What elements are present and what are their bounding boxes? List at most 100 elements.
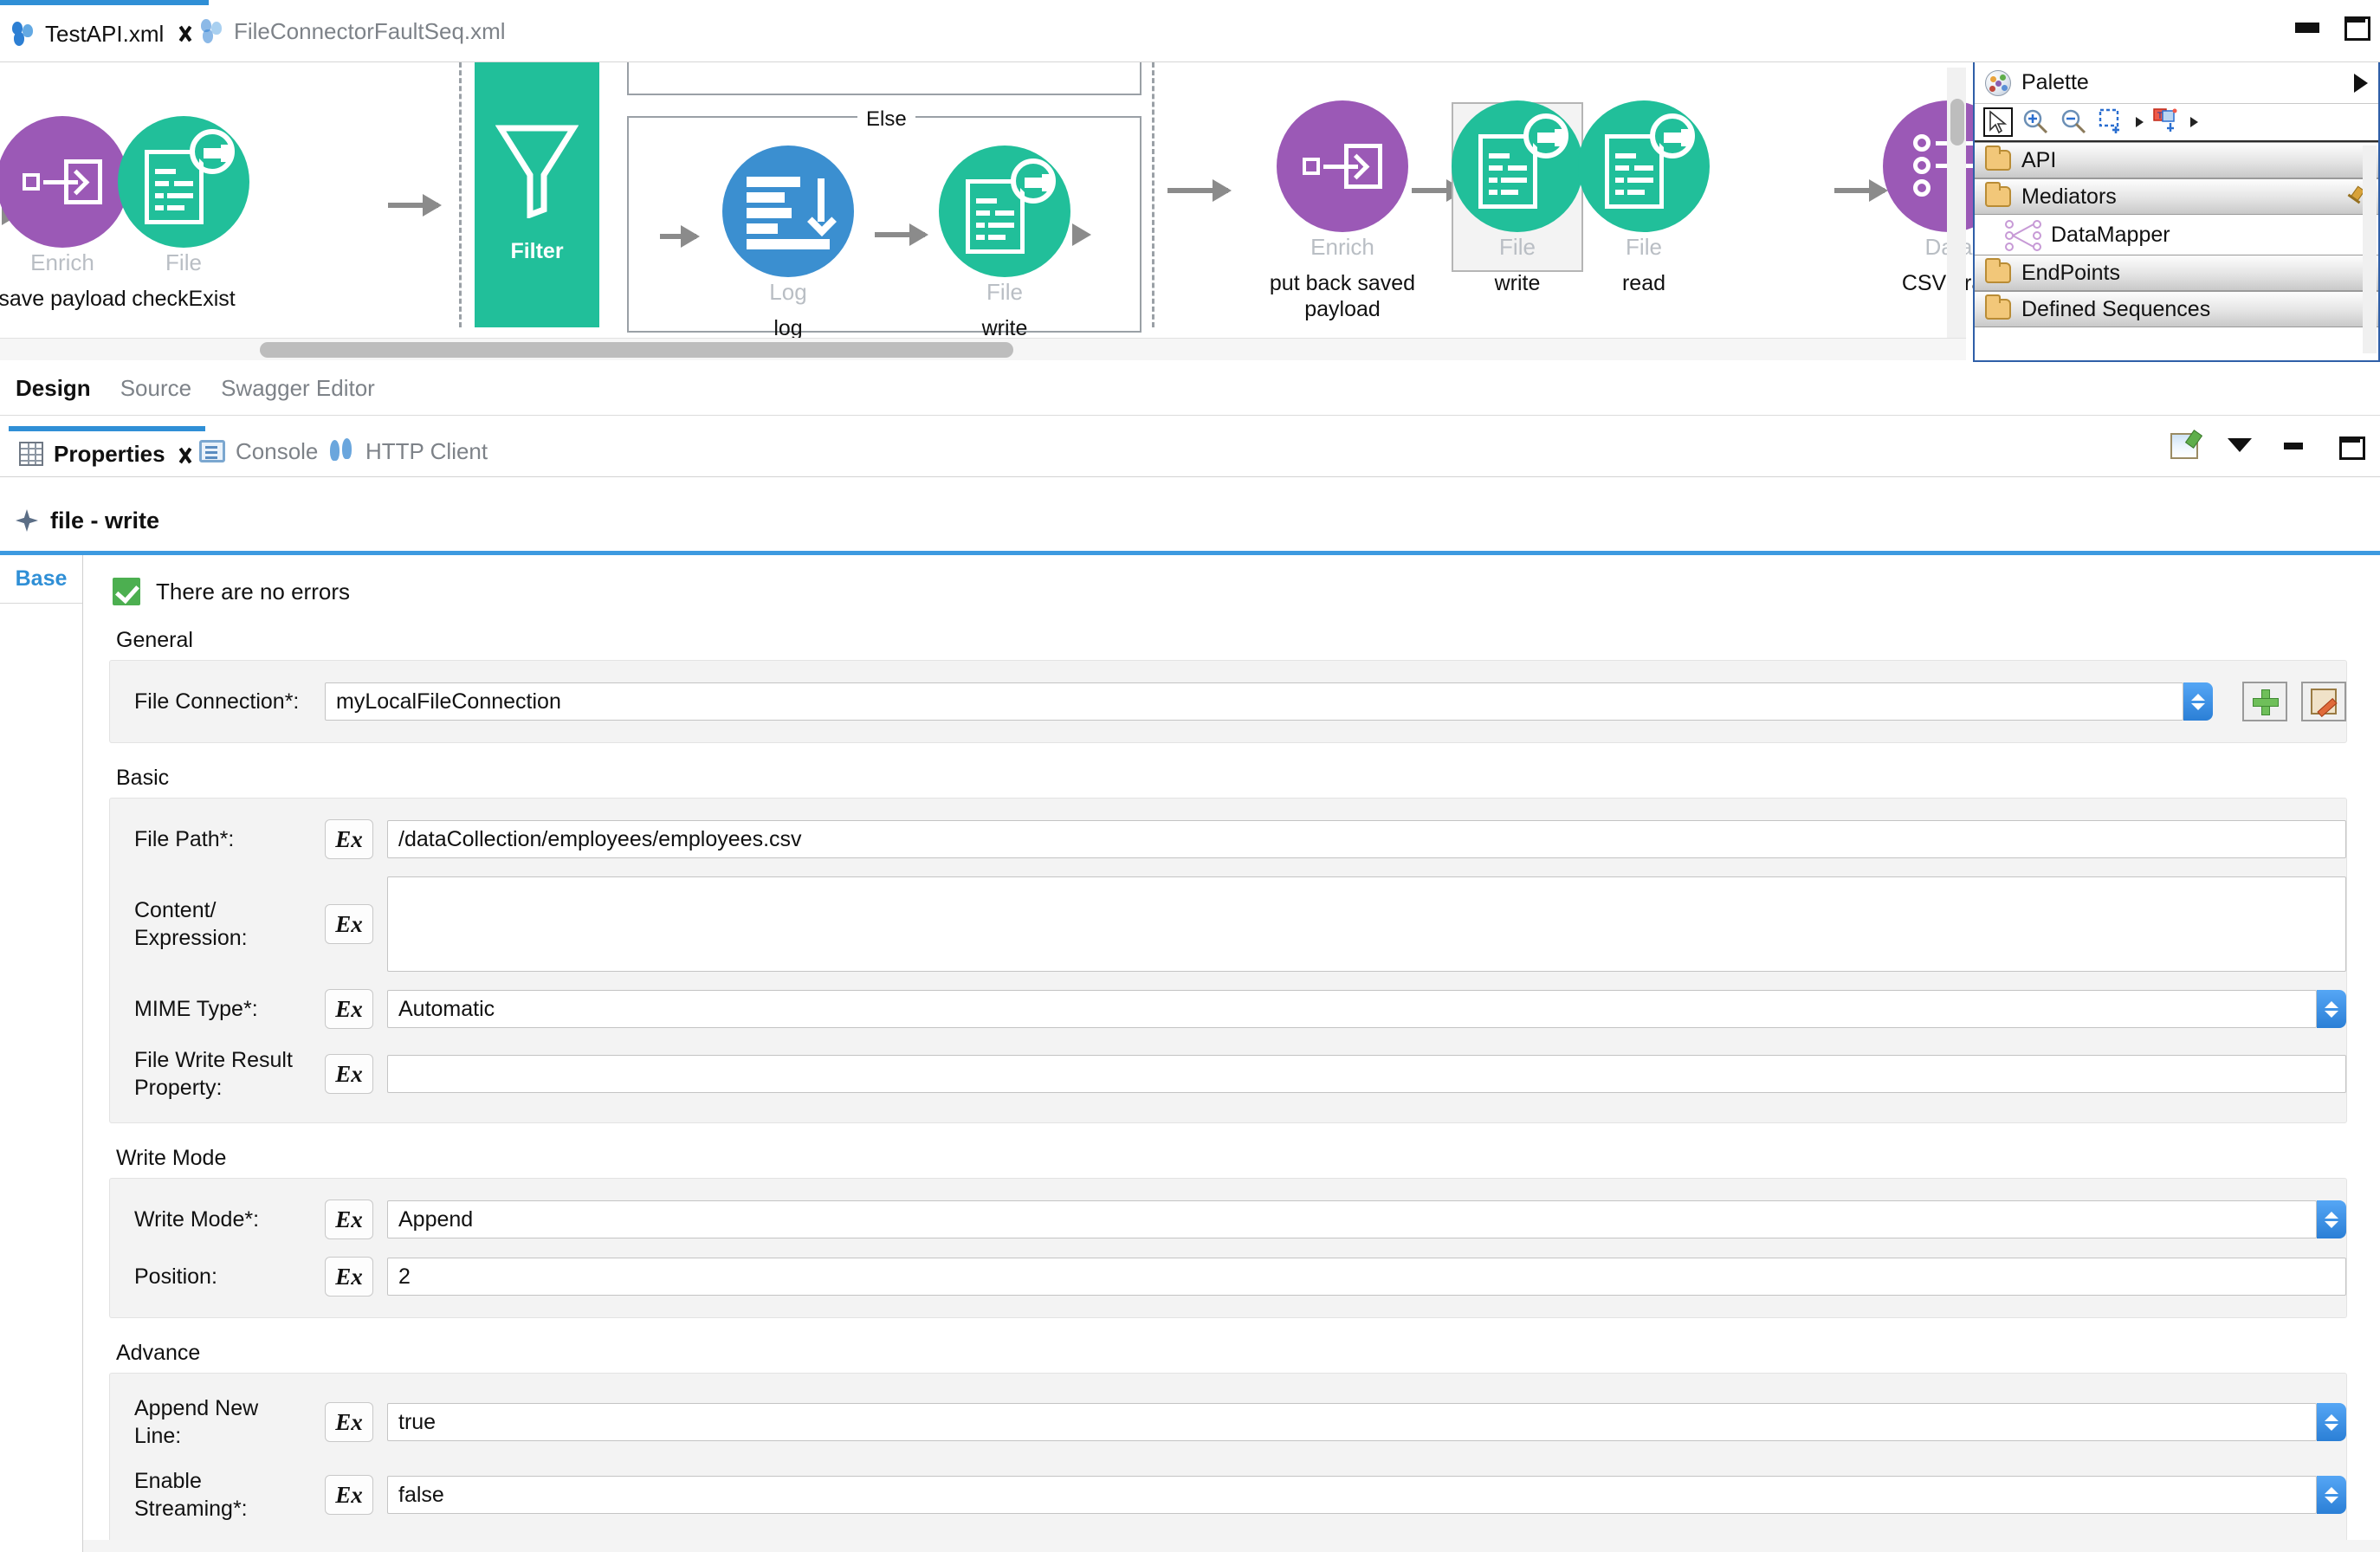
palette-title: Palette — [2021, 70, 2089, 95]
append-new-line-select[interactable]: true — [387, 1403, 2317, 1441]
pin-view-icon[interactable] — [2170, 433, 2198, 459]
canvas-node-file-write-else[interactable]: File write — [918, 146, 1091, 341]
select-tool-icon[interactable] — [1983, 107, 2013, 137]
expression-button[interactable]: Ex — [325, 1475, 373, 1515]
palette-section-label: EndPoints — [2021, 261, 2120, 286]
expression-button[interactable]: Ex — [325, 1257, 373, 1297]
canvas-vertical-scrollbar[interactable] — [1947, 68, 1966, 353]
node-type-label: File — [1557, 234, 1730, 260]
field-label: MIME Type*: — [134, 995, 311, 1023]
file-path-input[interactable]: /dataCollection/employees/employees.csv — [387, 820, 2346, 858]
palette-item-datamapper[interactable]: DataMapper — [1975, 215, 2378, 255]
palette-section-api[interactable]: API — [1975, 142, 2378, 178]
branch-then-box — [627, 62, 1141, 95]
node-type-label: Log — [702, 279, 875, 305]
chevron-updown-icon[interactable] — [2317, 1403, 2346, 1441]
console-icon — [199, 440, 225, 462]
palette-expand-icon[interactable] — [2354, 74, 2368, 93]
node-name-label: checkExist — [97, 286, 270, 312]
mime-type-select[interactable]: Automatic — [387, 990, 2317, 1028]
chevron-updown-icon[interactable] — [2317, 1200, 2346, 1238]
content-expression-textarea[interactable] — [387, 876, 2346, 972]
tab-console[interactable]: Console — [189, 426, 328, 476]
position-input[interactable]: 2 — [387, 1258, 2346, 1296]
log-icon — [722, 146, 854, 277]
xml-file-icon — [201, 18, 223, 44]
expression-button[interactable]: Ex — [325, 1054, 373, 1094]
view-menu-icon[interactable] — [2226, 433, 2254, 459]
tab-swagger-editor[interactable]: Swagger Editor — [221, 375, 375, 402]
scrollbar-thumb[interactable] — [1950, 99, 1964, 146]
palette-section-defined-sequences[interactable]: Defined Sequences — [1975, 291, 2378, 327]
maximize-icon[interactable] — [2337, 433, 2364, 459]
editor-tab-bar: TestAPI.xml FileConnectorFaultSeq.xml — [0, 0, 2380, 62]
expression-button[interactable]: Ex — [325, 1200, 373, 1239]
minimize-icon[interactable] — [2293, 12, 2319, 38]
tab-source[interactable]: Source — [120, 375, 191, 402]
minimize-icon[interactable] — [2281, 433, 2309, 459]
field-label: Enable Streaming*: — [134, 1467, 311, 1523]
file-connection-input[interactable]: myLocalFileConnection — [325, 682, 2183, 721]
http-client-icon — [329, 438, 355, 464]
folder-icon — [1985, 299, 2011, 320]
chevron-down-icon[interactable] — [2190, 117, 2198, 127]
canvas-node-log[interactable]: Log log — [702, 146, 875, 341]
canvas-node-filter[interactable]: Filter — [475, 62, 599, 327]
section-advance: Append New Line: Ex true Enable Streamin… — [109, 1373, 2347, 1552]
node-type-label: File — [918, 279, 1091, 305]
field-row-content-expression: Content/ Expression: Ex — [110, 868, 2346, 980]
node-name-label: put back saved payload — [1264, 270, 1420, 322]
field-label: File Path*: — [134, 825, 311, 853]
palette-scrollbar[interactable] — [2363, 146, 2377, 353]
scrollbar-thumb[interactable] — [260, 342, 1013, 358]
palette-section-label: Defined Sequences — [2021, 297, 2210, 322]
field-row-file-write-result-property: File Write Result Property: Ex — [110, 1038, 2346, 1110]
xml-file-icon — [12, 21, 35, 47]
sidebar-item-base[interactable]: Base — [0, 555, 82, 604]
view-toolbar — [2170, 433, 2364, 459]
folder-icon — [1985, 262, 2011, 283]
expression-button[interactable]: Ex — [325, 989, 373, 1029]
enable-streaming-select[interactable]: false — [387, 1476, 2317, 1514]
canvas-horizontal-scrollbar[interactable] — [0, 338, 1966, 360]
maximize-icon[interactable] — [2342, 12, 2368, 38]
expression-button[interactable]: Ex — [325, 904, 373, 944]
chevron-updown-icon[interactable] — [2317, 990, 2346, 1028]
marquee-tool-icon[interactable] — [2098, 107, 2127, 137]
zoom-in-icon[interactable] — [2021, 107, 2051, 137]
field-row-enable-streaming: Enable Streaming*: Ex false — [110, 1458, 2346, 1531]
add-connection-button[interactable] — [2242, 682, 2287, 721]
canvas-node-file-read[interactable]: File read — [1557, 100, 1730, 296]
palette-section-endpoints[interactable]: EndPoints — [1975, 255, 2378, 291]
expression-button[interactable]: Ex — [325, 819, 373, 859]
editor-mode-tabs: Design Source Swagger Editor — [0, 362, 2380, 416]
section-write-mode: Write Mode*: Ex Append Position: Ex 2 — [109, 1178, 2347, 1318]
folder-icon — [1985, 186, 2011, 207]
page-title: file - write — [50, 508, 159, 534]
chevron-down-icon[interactable] — [2136, 117, 2144, 127]
edit-connection-button[interactable] — [2301, 682, 2346, 721]
annotation-tool-icon[interactable]: T — [2152, 107, 2182, 137]
datamapper-icon — [2004, 220, 2039, 249]
write-mode-select[interactable]: Append — [387, 1200, 2317, 1238]
palette-section-mediators[interactable]: Mediators — [1975, 178, 2378, 215]
field-label: Position: — [134, 1263, 311, 1290]
canvas-node-file-checkexist[interactable]: File checkExist — [97, 116, 270, 312]
chevron-updown-icon[interactable] — [2183, 682, 2213, 721]
chevron-updown-icon[interactable] — [2317, 1476, 2346, 1514]
zoom-out-icon[interactable] — [2060, 107, 2089, 137]
editor-tab-testapi[interactable]: TestAPI.xml — [0, 0, 209, 62]
tab-design[interactable]: Design — [16, 375, 91, 402]
editor-tab-fileconnectorfaultseq[interactable]: FileConnectorFaultSeq.xml — [189, 0, 518, 62]
tab-properties[interactable]: Properties — [9, 426, 205, 476]
expression-button[interactable]: Ex — [325, 1402, 373, 1442]
file-connector-icon — [939, 146, 1070, 277]
canvas-node-enrich-put-back[interactable]: Enrich put back saved payload — [1256, 100, 1429, 322]
section-basic: File Path*: Ex /dataCollection/employees… — [109, 798, 2347, 1123]
file-write-result-property-input[interactable] — [387, 1055, 2346, 1093]
tab-http-client[interactable]: HTTP Client — [319, 426, 498, 476]
field-row-write-mode: Write Mode*: Ex Append — [110, 1191, 2346, 1248]
properties-side-tabs: Base — [0, 555, 83, 1552]
form-bottom-scrollbar[interactable] — [83, 1540, 2380, 1552]
flow-arrow — [388, 203, 438, 208]
